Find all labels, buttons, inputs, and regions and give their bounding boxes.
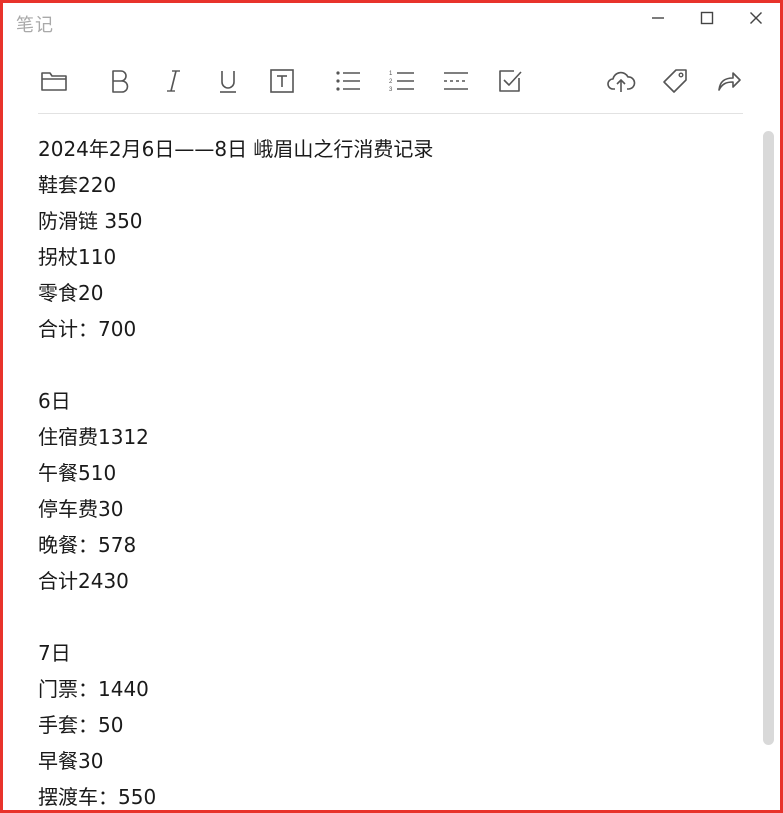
note-line: 鞋套220	[38, 173, 117, 197]
note-line: 零食20	[38, 281, 104, 305]
maximize-icon	[700, 11, 714, 25]
cloud-upload-icon	[607, 71, 636, 92]
checkbox-icon	[499, 70, 522, 92]
tag-icon	[663, 69, 687, 93]
note-line: 住宿费1312	[38, 425, 149, 449]
svg-text:3: 3	[389, 87, 393, 93]
minimize-button[interactable]	[646, 7, 670, 29]
folder-icon	[41, 72, 67, 91]
divider-line-button[interactable]	[440, 65, 472, 97]
window-title: 笔记	[16, 15, 54, 36]
text-box-button[interactable]	[266, 65, 298, 97]
note-line: 6日	[38, 389, 71, 413]
note-line: 摆渡车：550	[38, 785, 157, 809]
close-icon	[750, 12, 762, 24]
numbered-list-icon: 1 2 3	[389, 71, 414, 93]
underline-icon	[220, 71, 236, 93]
bold-icon	[112, 70, 129, 93]
note-line: 停车费30	[38, 497, 124, 521]
open-folder-button[interactable]	[38, 65, 70, 97]
checkbox-button[interactable]	[494, 65, 526, 97]
cloud-upload-button[interactable]	[605, 65, 637, 97]
share-icon	[718, 72, 741, 91]
scrollbar[interactable]	[763, 121, 774, 810]
note-line: 2024年2月6日——8日 峨眉山之行消费记录	[38, 137, 434, 161]
note-line: 7日	[38, 641, 71, 665]
note-line: 午餐510	[38, 461, 117, 485]
note-editor[interactable]: 2024年2月6日——8日 峨眉山之行消费记录 鞋套220 防滑链 350 拐杖110…	[38, 131, 738, 810]
note-line: 晚餐：578	[38, 533, 137, 557]
italic-button[interactable]	[158, 65, 190, 97]
minimize-icon	[652, 17, 664, 19]
note-line: 防滑链 350	[38, 209, 143, 233]
maximize-button[interactable]	[695, 7, 719, 29]
note-line: 门票：1440	[38, 677, 149, 701]
note-line: 早餐30	[38, 749, 104, 773]
tag-button[interactable]	[659, 65, 691, 97]
toolbar-divider	[38, 113, 743, 114]
note-empty-line	[38, 599, 738, 635]
note-line: 手套：50	[38, 713, 124, 737]
italic-icon	[167, 70, 180, 92]
close-button[interactable]	[744, 7, 768, 29]
svg-text:2: 2	[389, 79, 393, 85]
note-line: 合计：700	[38, 317, 137, 341]
text-box-icon	[270, 69, 294, 93]
share-button[interactable]	[713, 65, 745, 97]
divider-line-icon	[444, 72, 468, 90]
note-empty-line	[38, 347, 738, 383]
note-line: 拐杖110	[38, 245, 117, 269]
underline-button[interactable]	[212, 65, 244, 97]
formatting-toolbar: 1 2 3	[3, 61, 780, 101]
svg-text:1: 1	[389, 71, 393, 77]
note-line: 合计2430	[38, 569, 129, 593]
numbered-list-button[interactable]: 1 2 3	[386, 65, 418, 97]
scrollbar-thumb[interactable]	[763, 131, 774, 745]
bullet-list-icon	[336, 71, 360, 91]
notes-window: 笔记 1 2 3 2024年2月6日——8日 峨眉山之行消费记录 鞋套220 防…	[0, 0, 783, 813]
bold-button[interactable]	[104, 65, 136, 97]
bullet-list-button[interactable]	[332, 65, 364, 97]
